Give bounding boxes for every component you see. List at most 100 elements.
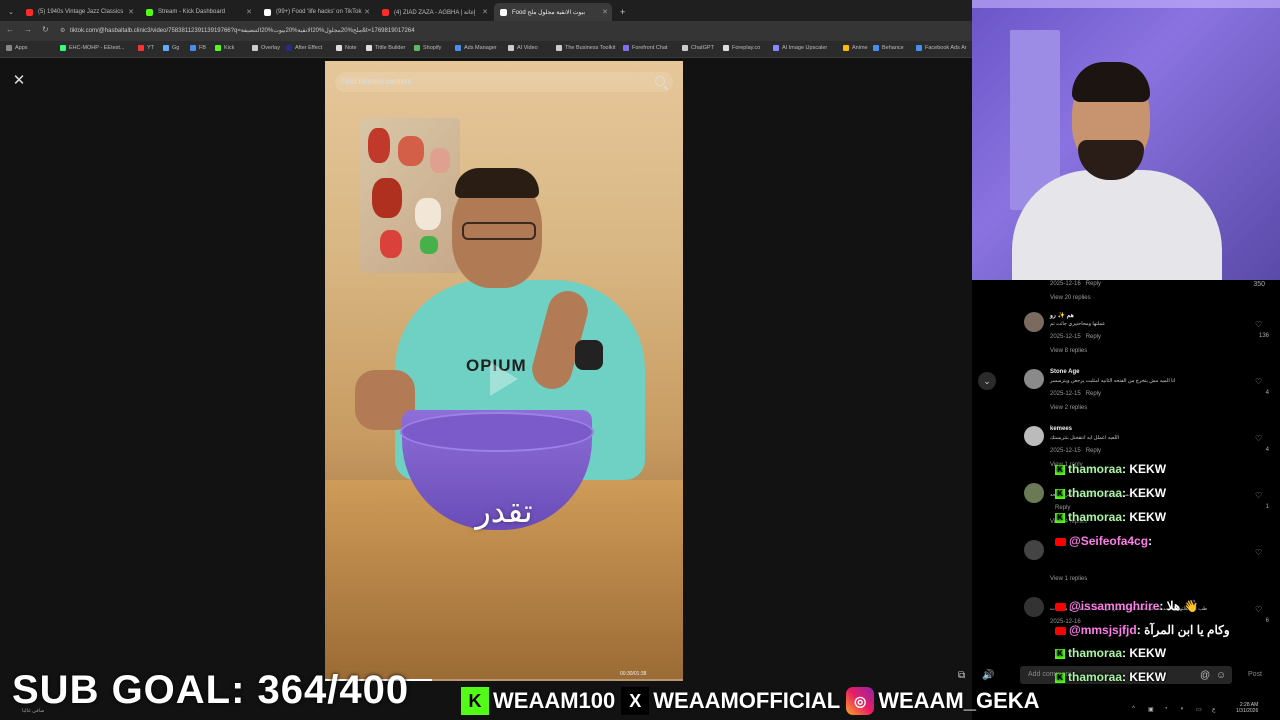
- related-search-input[interactable]: Find related content: [335, 72, 673, 92]
- bookmark-item[interactable]: Behance: [873, 45, 904, 51]
- url-field[interactable]: tiktok.com/@hasbaltalb.clinic3/video/758…: [70, 25, 950, 37]
- bookmark-item[interactable]: AI Video: [508, 45, 538, 51]
- tab-title: Stream - Kick Dashboard: [158, 9, 226, 15]
- bookmark-item[interactable]: FB: [190, 45, 206, 51]
- bookmark-item[interactable]: Gg: [163, 45, 179, 51]
- emoji-icon[interactable]: ☺: [1216, 670, 1226, 681]
- reply-link[interactable]: Reply: [1086, 281, 1101, 287]
- avatar[interactable]: [1024, 540, 1044, 560]
- play-icon[interactable]: [490, 362, 518, 396]
- heart-icon[interactable]: ♡: [1255, 435, 1263, 443]
- chat-colon: :: [1136, 623, 1145, 637]
- tray-chevron-icon[interactable]: ^: [1132, 706, 1135, 712]
- bookmark-item[interactable]: AI Image Upscaler: [773, 45, 827, 51]
- bookmark-item[interactable]: ChatGPT: [682, 45, 714, 51]
- comment-author[interactable]: kemees: [1050, 426, 1072, 432]
- chat-username: thamoraa: [1068, 510, 1123, 524]
- browser-tab-active[interactable]: Food بيوت الانقية مجلول ملح ✕: [494, 3, 612, 21]
- view-replies-link[interactable]: View 8 replies: [1050, 348, 1087, 354]
- comment-date: [1050, 562, 1055, 568]
- bookmark-item[interactable]: Anime: [843, 45, 868, 51]
- heart-icon[interactable]: ♡: [1255, 321, 1263, 329]
- view-replies-link[interactable]: View 2 replies: [1050, 405, 1087, 411]
- comment-item: Stone Age انا الميه مش بتخرج من الفتحه ال…: [1024, 369, 1269, 419]
- close-tab-icon[interactable]: ✕: [364, 8, 370, 16]
- bookmark-item[interactable]: Ads Manager: [455, 45, 497, 51]
- bookmark-item[interactable]: Tittle Builder: [366, 45, 405, 51]
- bookmark-favicon-icon: [556, 45, 562, 51]
- chat-message: @issammghrire: هلا 👋: [1055, 599, 1199, 613]
- avatar[interactable]: [1024, 369, 1044, 389]
- site-info-icon[interactable]: ⚙: [60, 27, 65, 34]
- bookmark-item[interactable]: After Effect: [286, 45, 322, 51]
- close-tab-icon[interactable]: ✕: [602, 8, 608, 16]
- reload-icon[interactable]: ↻: [42, 25, 49, 34]
- avatar[interactable]: [1024, 312, 1044, 332]
- close-tab-icon[interactable]: ✕: [128, 8, 134, 16]
- taskbar-clock[interactable]: 2:28 AM 1/31/2026: [1236, 702, 1258, 714]
- avatar[interactable]: [1024, 426, 1044, 446]
- new-tab-button[interactable]: +: [614, 3, 634, 21]
- browser-tab[interactable]: (99+) Food 'life hacks' on TikTok ✕: [258, 3, 374, 21]
- heart-icon[interactable]: ♡: [1255, 378, 1263, 386]
- taskbar-weather[interactable]: صافي غالبا: [0, 700, 60, 720]
- mention-icon[interactable]: @: [1200, 670, 1210, 681]
- bookmark-item[interactable]: Facebook Ads Ar: [916, 45, 967, 51]
- close-icon[interactable]: ✕: [10, 72, 28, 90]
- bookmark-item[interactable]: EHC-MOHP - EEtest...: [60, 45, 125, 51]
- forward-icon[interactable]: →: [24, 25, 32, 34]
- battery-icon[interactable]: ▭: [1196, 706, 1202, 713]
- bookmark-item[interactable]: YT: [138, 45, 154, 51]
- bookmark-item[interactable]: Apps: [6, 45, 28, 51]
- volume-icon[interactable]: 🔊: [982, 670, 994, 681]
- back-icon[interactable]: ←: [6, 25, 14, 34]
- bookmark-item[interactable]: The Business Toolkit: [556, 45, 615, 51]
- bookmark-item[interactable]: Shopify: [414, 45, 441, 51]
- bookmark-item[interactable]: Forefront Chat: [623, 45, 667, 51]
- weather-text: صافي غالبا: [22, 708, 45, 714]
- bookmark-label: Kick: [224, 45, 235, 51]
- avatar[interactable]: [1024, 597, 1044, 617]
- view-replies-link[interactable]: View 20 replies: [1050, 295, 1091, 301]
- wifi-icon[interactable]: ◔: [1164, 706, 1168, 712]
- tray-app-icon[interactable]: ▣: [1148, 706, 1154, 713]
- bookmark-label: FB: [199, 45, 207, 51]
- bookmark-label: Foreplay.co: [732, 45, 761, 51]
- reply-link[interactable]: Reply: [1086, 391, 1101, 397]
- bookmark-item[interactable]: Kick: [215, 45, 234, 51]
- language-icon[interactable]: ع: [1212, 706, 1216, 713]
- browser-tab-bar: (5) 1940s Vintage Jazz Classics ✕ Stream …: [0, 0, 972, 21]
- miniplayer-icon[interactable]: ⧉: [958, 670, 965, 681]
- speaker-icon[interactable]: ◖: [1180, 706, 1184, 712]
- bookmark-item[interactable]: Overlay: [252, 45, 280, 51]
- reply-link[interactable]: Reply: [1086, 334, 1101, 340]
- browser-tab[interactable]: (4) ZIAD ZAZA - AGBHA | إغاثة ✕: [376, 3, 492, 21]
- tab-title: (4) ZIAD ZAZA - AGBHA | إغاثة: [394, 9, 476, 16]
- youtube-badge-icon: [1055, 602, 1066, 611]
- reply-link[interactable]: Reply: [1086, 448, 1101, 454]
- browser-tab[interactable]: Stream - Kick Dashboard ✕: [140, 3, 256, 21]
- comment-author[interactable]: هم ✨ رو: [1050, 312, 1074, 319]
- comment-likes: 4: [1265, 447, 1269, 453]
- bookmark-label: Ads Manager: [464, 45, 497, 51]
- chevron-down-icon[interactable]: ⌄: [978, 372, 996, 390]
- post-button[interactable]: Post: [1248, 671, 1262, 678]
- avatar[interactable]: [1024, 483, 1044, 503]
- bookmark-item[interactable]: Foreplay.co: [723, 45, 760, 51]
- bookmarks-bar: Apps EHC-MOHP - EEtest... YT Gg FB Kick Overla…: [0, 41, 972, 58]
- bookmark-label: Overlay: [261, 45, 280, 51]
- search-icon[interactable]: [655, 76, 665, 86]
- x-icon: X: [621, 687, 650, 715]
- heart-icon[interactable]: ♡: [1255, 549, 1263, 557]
- heart-icon[interactable]: ♡: [1255, 606, 1263, 614]
- tab-search-icon[interactable]: ⌄: [2, 3, 16, 21]
- comment-author[interactable]: Stone Age: [1050, 369, 1079, 375]
- bookmark-label: AI Image Upscaler: [782, 45, 828, 51]
- view-replies-link[interactable]: View 1 replies: [1050, 576, 1087, 582]
- bookmark-item[interactable]: Note: [336, 45, 357, 51]
- close-tab-icon[interactable]: ✕: [246, 8, 252, 16]
- browser-tab[interactable]: (5) 1940s Vintage Jazz Classics ✕: [20, 3, 138, 21]
- bookmark-favicon-icon: [336, 45, 342, 51]
- heart-icon[interactable]: ♡: [1255, 492, 1263, 500]
- close-tab-icon[interactable]: ✕: [482, 8, 488, 16]
